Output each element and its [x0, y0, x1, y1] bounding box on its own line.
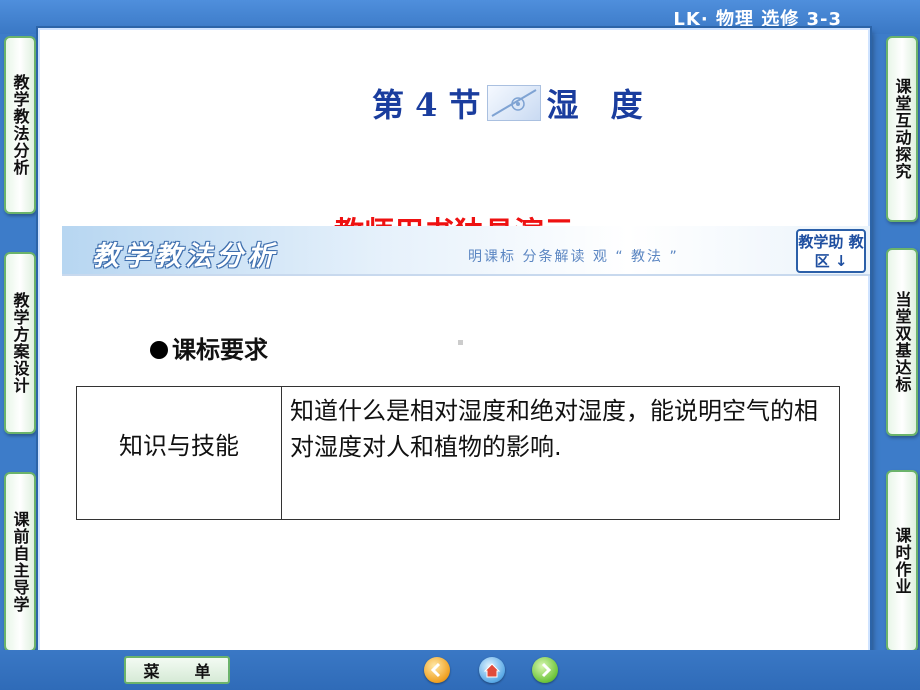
nav-tab-teaching-analysis[interactable]: 教学教法分析	[4, 36, 36, 214]
forward-icon[interactable]	[532, 657, 558, 683]
nav-tab-pre-class-study[interactable]: 课前自主导学	[4, 472, 36, 652]
decorative-dot	[458, 340, 463, 345]
banner-subtitle: 明课标 分条解读 观 “ 教法 ”	[468, 249, 679, 265]
section-banner: 教学教法分析 明课标 分条解读 观 “ 教法 ” 教学助 教区 ↓	[62, 226, 870, 276]
nav-tab-teaching-plan[interactable]: 教学方案设计	[4, 252, 36, 434]
table-row: 知识与技能 知道什么是相对湿度和绝对湿度，能说明空气的相对湿度对人和植物的影响.	[76, 386, 840, 520]
requirements-heading: 课标要求	[150, 330, 268, 365]
lesson-title: 第 4 节 湿 度	[372, 80, 643, 126]
menu-label-right: 单	[194, 662, 211, 681]
bullet-icon	[150, 341, 168, 359]
requirements-heading-text: 课标要求	[172, 336, 268, 364]
section-number: 第 4 节	[372, 86, 481, 124]
requirement-category: 知识与技能	[76, 386, 282, 520]
teaching-help-button[interactable]: 教学助 教区 ↓	[796, 229, 866, 273]
menu-label-left: 菜	[143, 662, 160, 681]
back-icon[interactable]	[424, 657, 450, 683]
requirements-table: 知识与技能 知道什么是相对湿度和绝对湿度，能说明空气的相对湿度对人和植物的影响.	[76, 386, 840, 520]
lesson-topic: 湿 度	[546, 86, 643, 124]
nav-tab-homework[interactable]: 课时作业	[886, 470, 918, 652]
nav-tab-classroom-inquiry[interactable]: 课堂互动探究	[886, 36, 918, 222]
home-icon[interactable]	[479, 657, 505, 683]
requirement-content: 知道什么是相对湿度和绝对湿度，能说明空气的相对湿度对人和植物的影响.	[281, 386, 840, 520]
banner-title: 教学教法分析	[92, 241, 278, 272]
slide-panel: 第 4 节 湿 度 教师用书独具演示 教学教法分析 明课标 分条解读 观 “ 教…	[38, 28, 870, 654]
nav-tab-basics-check[interactable]: 当堂双基达标	[886, 248, 918, 436]
compass-icon	[486, 85, 541, 121]
menu-button[interactable]: 菜 单	[124, 656, 230, 684]
